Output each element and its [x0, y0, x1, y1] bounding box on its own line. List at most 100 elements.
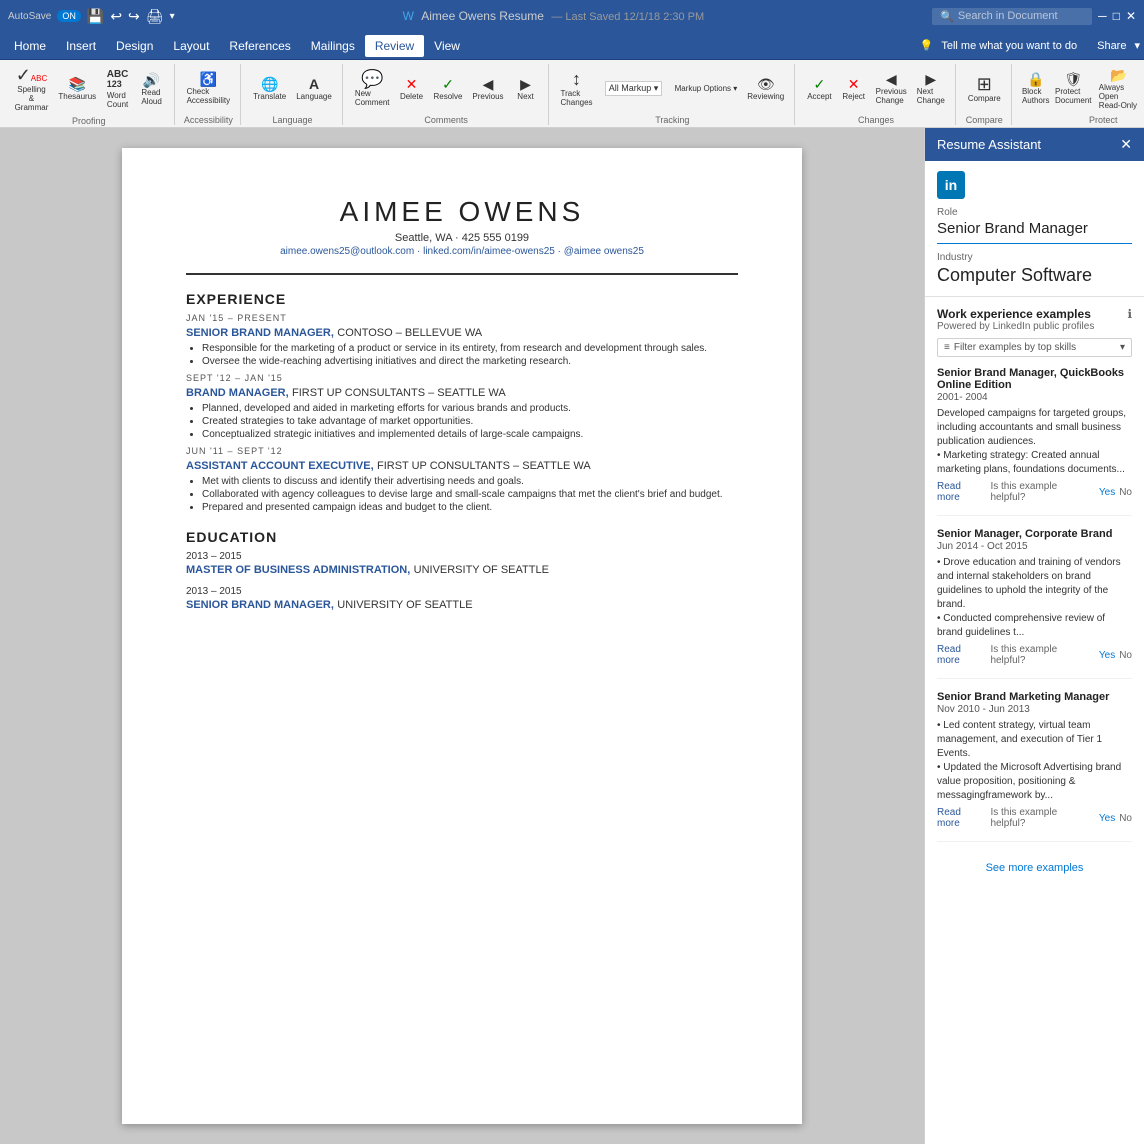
- edu-years-0: 2013 – 2015: [186, 551, 738, 562]
- ra-yes-0[interactable]: Yes: [1099, 487, 1115, 498]
- undo-icon[interactable]: ↩: [110, 8, 122, 25]
- ra-role-value[interactable]: Senior Brand Manager: [937, 220, 1132, 244]
- reviewing-button[interactable]: 👁 Reviewing: [743, 75, 788, 103]
- print-icon[interactable]: 🖨: [146, 8, 164, 25]
- ra-industry-value[interactable]: Computer Software: [937, 265, 1132, 286]
- ra-work-subtitle: Powered by LinkedIn public profiles: [937, 321, 1132, 332]
- ra-example-links-0: Read more Is this example helpful? Yes N…: [937, 481, 1132, 503]
- job-title-line-2: ASSISTANT ACCOUNT EXECUTIVE, FIRST UP CO…: [186, 458, 738, 472]
- read-aloud-button[interactable]: 🔊 ReadAloud: [136, 71, 168, 108]
- always-open-label: Always OpenRead-Only: [1099, 83, 1139, 110]
- dropdown-icon[interactable]: ▾: [170, 11, 175, 22]
- ra-work-section: Work experience examples ℹ Powered by Li…: [925, 297, 1144, 1144]
- protect-document-button[interactable]: 🛡 ProtectDocument: [1054, 70, 1093, 107]
- share-chevron[interactable]: ▾: [1134, 39, 1140, 52]
- spelling-label: Spelling &Grammar: [14, 85, 49, 112]
- tell-me-text[interactable]: Tell me what you want to do: [941, 40, 1077, 52]
- document-area[interactable]: AIMEE OWENS Seattle, WA · 425 555 0199 a…: [0, 128, 924, 1144]
- search-input[interactable]: [958, 10, 1078, 22]
- ra-close-button[interactable]: ✕: [1120, 136, 1132, 153]
- accept-button[interactable]: ✓ Accept: [803, 75, 835, 103]
- track-changes-button[interactable]: ↕ TrackChanges: [557, 68, 597, 109]
- block-authors-icon: 🔒: [1027, 72, 1044, 86]
- close-window-icon[interactable]: ✕: [1126, 9, 1136, 23]
- ra-panel-title: Resume Assistant: [937, 137, 1041, 152]
- ra-yes-1[interactable]: Yes: [1099, 650, 1115, 661]
- changes-items: ✓ Accept ✕ Reject ◀ PreviousChange ▶ Nex…: [803, 64, 949, 113]
- previous-icon: ◀: [483, 77, 494, 91]
- ra-info-icon[interactable]: ℹ: [1127, 307, 1132, 321]
- compare-label: Compare: [968, 94, 1001, 103]
- spelling-grammar-button[interactable]: ✓ABC Spelling &Grammar: [10, 64, 53, 114]
- job-bullets-2: Met with clients to discuss and identify…: [202, 476, 738, 513]
- ribbon-group-compare: ⊞ Compare Compare: [958, 64, 1012, 125]
- ribbon-nav-item-insert[interactable]: Insert: [56, 35, 106, 57]
- resume-links: aimee.owens25@outlook.com · linked.com/i…: [186, 246, 738, 257]
- share-button[interactable]: Share: [1097, 40, 1126, 52]
- ribbon-nav-item-layout[interactable]: Layout: [163, 35, 219, 57]
- delete-comment-button[interactable]: ✕ Delete: [396, 75, 428, 103]
- language-label: Language: [296, 92, 332, 101]
- word-count-button[interactable]: ABC123 WordCount: [102, 68, 134, 111]
- resume-divider: [186, 273, 738, 275]
- ra-no-0[interactable]: No: [1119, 487, 1132, 498]
- next-change-button[interactable]: ▶ NextChange: [913, 70, 949, 107]
- next-comment-button[interactable]: ▶ Next: [510, 75, 542, 103]
- compare-icon: ⊞: [977, 75, 992, 93]
- search-box[interactable]: 🔍: [932, 8, 1092, 25]
- block-authors-button[interactable]: 🔒 BlockAuthors: [1020, 70, 1052, 107]
- language-button[interactable]: A Language: [292, 75, 336, 103]
- compare-button[interactable]: ⊞ Compare: [964, 73, 1005, 105]
- minimize-icon[interactable]: ─: [1098, 9, 1107, 23]
- ribbon-nav-item-view[interactable]: View: [424, 35, 470, 57]
- ra-example-links-2: Read more Is this example helpful? Yes N…: [937, 807, 1132, 829]
- accept-label: Accept: [807, 92, 831, 101]
- ra-read-more-1[interactable]: Read more: [937, 644, 986, 666]
- ribbon-nav-item-review[interactable]: Review: [365, 35, 424, 57]
- previous-comment-button[interactable]: ◀ Previous: [468, 75, 507, 103]
- ribbon-nav-item-references[interactable]: References: [219, 35, 300, 57]
- resolve-button[interactable]: ✓ Resolve: [430, 75, 467, 103]
- reject-button[interactable]: ✕ Reject: [838, 75, 870, 103]
- translate-label: Translate: [253, 92, 286, 101]
- thesaurus-button[interactable]: 📚 Thesaurus: [55, 75, 100, 103]
- ra-example-text-0: Developed campaigns for targeted groups,…: [937, 407, 1132, 477]
- job-bullets-0: Responsible for the marketing of a produ…: [202, 343, 738, 367]
- education-title: EDUCATION: [186, 529, 738, 545]
- redo-icon[interactable]: ↪: [128, 8, 140, 25]
- resume-linkedin: linked.com/in/aimee-owens25: [423, 246, 555, 257]
- spelling-icon: ✓ABC: [16, 66, 48, 84]
- maximize-icon[interactable]: □: [1113, 9, 1120, 23]
- save-icon[interactable]: 💾: [87, 8, 104, 25]
- ra-filter-bar[interactable]: ≡ Filter examples by top skills ▾: [937, 338, 1132, 357]
- ra-example-title-1: Senior Manager, Corporate Brand: [937, 528, 1132, 540]
- ribbon-nav-item-design[interactable]: Design: [106, 35, 163, 57]
- ribbon-nav-item-home[interactable]: Home: [4, 35, 56, 57]
- always-open-icon: 📂: [1110, 68, 1127, 82]
- always-open-button[interactable]: 📂 Always OpenRead-Only: [1095, 66, 1143, 112]
- edu-item-0: 2013 – 2015 MASTER OF BUSINESS ADMINISTR…: [186, 551, 738, 576]
- resume-email: aimee.owens25@outlook.com: [280, 246, 414, 257]
- experience-title: EXPERIENCE: [186, 291, 738, 307]
- job-bullet-1-2: Conceptualized strategic initiatives and…: [202, 429, 738, 440]
- ribbon-nav-item-mailings[interactable]: Mailings: [301, 35, 365, 57]
- job-company-1: FIRST UP CONSULTANTS – SEATTLE WA: [292, 387, 506, 399]
- new-comment-button[interactable]: 💬 NewComment: [351, 68, 394, 109]
- markup-options-button[interactable]: Markup Options ▾: [671, 82, 742, 95]
- ra-see-more-button[interactable]: See more examples: [937, 854, 1132, 882]
- translate-button[interactable]: 🌐 Translate: [249, 75, 290, 103]
- ra-no-2[interactable]: No: [1119, 813, 1132, 824]
- markup-dropdown-button[interactable]: All Markup ▾: [599, 79, 669, 98]
- ra-read-more-2[interactable]: Read more: [937, 807, 986, 829]
- resume-name: AIMEE OWENS: [186, 196, 738, 228]
- previous-change-button[interactable]: ◀ PreviousChange: [872, 70, 911, 107]
- ra-read-more-0[interactable]: Read more: [937, 481, 986, 503]
- ra-role-label: Role: [937, 207, 1132, 218]
- ra-helpful-text-2: Is this example helpful?: [990, 807, 1094, 829]
- autosave-toggle[interactable]: ON: [57, 10, 81, 22]
- job-bullet-1-1: Created strategies to take advantage of …: [202, 416, 738, 427]
- ra-no-1[interactable]: No: [1119, 650, 1132, 661]
- block-authors-label: BlockAuthors: [1022, 87, 1050, 105]
- ra-yes-2[interactable]: Yes: [1099, 813, 1115, 824]
- check-accessibility-button[interactable]: ♿ CheckAccessibility: [183, 70, 235, 107]
